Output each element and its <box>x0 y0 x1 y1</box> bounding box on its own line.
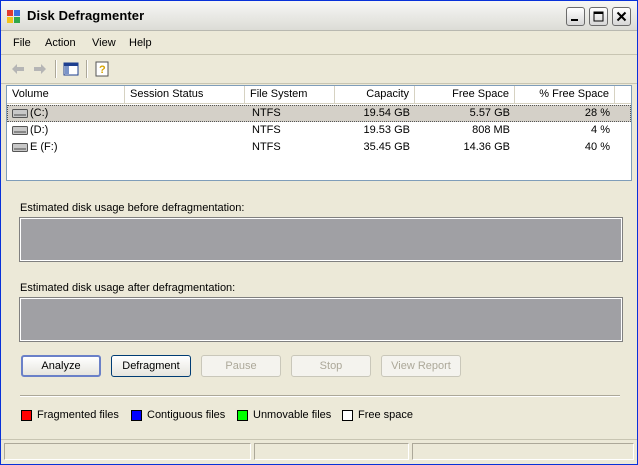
view-report-button[interactable]: View Report <box>381 355 461 377</box>
defragmenter-app-icon <box>7 10 20 23</box>
defragment-button[interactable]: Defragment <box>111 355 191 377</box>
volume-free-space: 5.57 GB <box>469 107 510 119</box>
close-button[interactable] <box>612 7 631 26</box>
volume-list-header: Volume Session Status File System Capaci… <box>7 86 631 104</box>
forward-arrow-icon[interactable] <box>31 60 49 78</box>
window-title: Disk Defragmenter <box>27 8 145 23</box>
free-space-swatch <box>342 410 353 421</box>
back-arrow-icon[interactable] <box>9 60 27 78</box>
volume-file-system: NTFS <box>252 141 281 153</box>
menu-file[interactable]: File <box>13 37 31 49</box>
menu-bar: File Action View Help <box>1 32 637 55</box>
contiguous-files-swatch <box>131 410 142 421</box>
volume-free-space: 14.36 GB <box>463 141 510 153</box>
usage-before-display <box>19 217 623 262</box>
volume-free-space: 808 MB <box>472 124 510 136</box>
analysis-panel: Estimated disk usage before defragmentat… <box>6 183 632 438</box>
volume-pct-free: 40 % <box>584 141 610 153</box>
hard-drive-icon <box>12 126 28 135</box>
volume-capacity: 35.45 GB <box>363 141 410 153</box>
title-bar[interactable]: Disk Defragmenter <box>1 1 637 31</box>
volume-row[interactable]: (C:) NTFS 19.54 GB 5.57 GB 28 % <box>7 105 631 122</box>
volume-list[interactable]: Volume Session Status File System Capaci… <box>6 85 632 181</box>
status-pane <box>412 443 634 460</box>
volume-capacity: 19.54 GB <box>363 107 410 119</box>
contiguous-files-label: Contiguous files <box>147 409 226 421</box>
toolbar: ? <box>1 55 637 84</box>
maximize-button[interactable] <box>589 7 608 26</box>
menu-view[interactable]: View <box>92 37 116 49</box>
status-pane <box>4 443 251 460</box>
column-header-pct-free-space[interactable]: % Free Space <box>515 86 615 103</box>
analyze-button[interactable]: Analyze <box>21 355 101 377</box>
stop-button[interactable]: Stop <box>291 355 371 377</box>
volume-name: (D:) <box>30 124 49 136</box>
volume-file-system: NTFS <box>252 124 281 136</box>
column-header-free-space[interactable]: Free Space <box>415 86 515 103</box>
fragmented-files-label: Fragmented files <box>37 409 119 421</box>
status-pane <box>254 443 409 460</box>
volume-file-system: NTFS <box>252 107 281 119</box>
menu-help[interactable]: Help <box>129 37 152 49</box>
show-hide-console-tree-icon[interactable] <box>62 60 80 78</box>
free-space-label: Free space <box>358 409 414 421</box>
column-header-session-status[interactable]: Session Status <box>125 86 245 103</box>
hard-drive-icon <box>12 143 28 152</box>
volume-row[interactable]: (D:) NTFS 19.53 GB 808 MB 4 % <box>7 122 631 139</box>
usage-after-display <box>19 297 623 342</box>
volume-name: E (F:) <box>30 141 58 153</box>
minimize-icon <box>571 19 578 21</box>
unmovable-files-label: Unmovable files <box>253 409 332 421</box>
menu-action[interactable]: Action <box>45 37 76 49</box>
column-header-capacity[interactable]: Capacity <box>335 86 415 103</box>
volume-name: (C:) <box>30 107 49 119</box>
volume-pct-free: 4 % <box>591 124 610 136</box>
volume-pct-free: 28 % <box>584 107 610 119</box>
help-icon[interactable]: ? <box>94 60 112 78</box>
toolbar-separator <box>86 60 88 78</box>
usage-before-label: Estimated disk usage before defragmentat… <box>20 202 245 214</box>
volume-row[interactable]: E (F:) NTFS 35.45 GB 14.36 GB 40 % <box>7 139 631 156</box>
pause-button[interactable]: Pause <box>201 355 281 377</box>
minimize-button[interactable] <box>566 7 585 26</box>
column-header-volume[interactable]: Volume <box>7 86 125 103</box>
disk-defragmenter-window: Disk Defragmenter File Action View Help <box>0 0 638 465</box>
usage-after-label: Estimated disk usage after defragmentati… <box>20 282 236 294</box>
volume-capacity: 19.53 GB <box>363 124 410 136</box>
maximize-icon <box>593 11 604 22</box>
status-bar <box>1 439 637 464</box>
hard-drive-icon <box>12 109 28 118</box>
unmovable-files-swatch <box>237 410 248 421</box>
column-header-file-system[interactable]: File System <box>245 86 335 103</box>
fragmented-files-swatch <box>21 410 32 421</box>
close-icon <box>616 11 627 22</box>
legend-divider <box>20 395 620 397</box>
toolbar-separator <box>55 60 57 78</box>
svg-text:?: ? <box>99 64 106 76</box>
